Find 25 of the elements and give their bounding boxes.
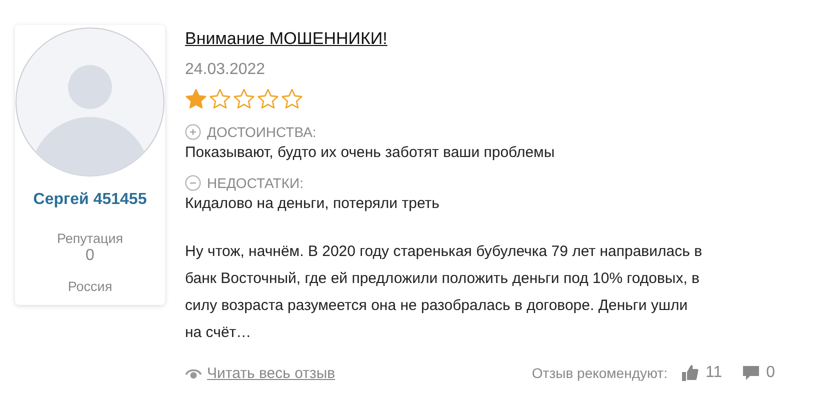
author-name[interactable]: Сергей 451455 — [33, 191, 147, 209]
author-country: Россия — [68, 279, 112, 294]
likes-count: 11 — [705, 364, 722, 382]
empty-star-icon — [257, 88, 279, 110]
review-date: 24.03.2022 — [185, 61, 266, 79]
read-more-link[interactable]: Читать весь отзыв — [185, 364, 336, 382]
recommend-label: Отзыв рекомендуют: — [532, 365, 668, 381]
comments-count: 0 — [766, 364, 775, 382]
pros-text: Показывают, будто их очень заботят ваши проблемы — [185, 144, 555, 161]
filled-star-icon — [185, 88, 207, 110]
reputation-value: 0 — [86, 247, 94, 265]
thumbs-up-icon[interactable] — [681, 364, 700, 382]
review-body: Ну чтож, начнём. В 2020 году старенькая бубулечка 79 лет направилась в банк Восточный, где ей предложили положить деньги под 10% годовых, в силу возраста разумеется она не разобралась в договоре. Деньги ушли на счёт… — [185, 242, 704, 343]
cons-text: Кидалово на деньги, потеряли треть — [185, 195, 440, 212]
pros-label: ДОСТОИНСТВА: — [207, 124, 316, 140]
plus-icon — [185, 124, 201, 140]
reputation-label: Репутация — [56, 231, 124, 246]
comment-icon[interactable] — [742, 364, 760, 382]
empty-star-icon — [209, 88, 231, 110]
review-title[interactable]: Внимание МОШЕННИКИ! — [185, 29, 388, 49]
cons-label: НЕДОСТАТКИ: — [207, 175, 304, 191]
minus-icon — [185, 175, 201, 191]
empty-star-icon — [281, 88, 303, 110]
empty-star-icon — [233, 88, 255, 110]
eye-icon — [185, 366, 202, 380]
